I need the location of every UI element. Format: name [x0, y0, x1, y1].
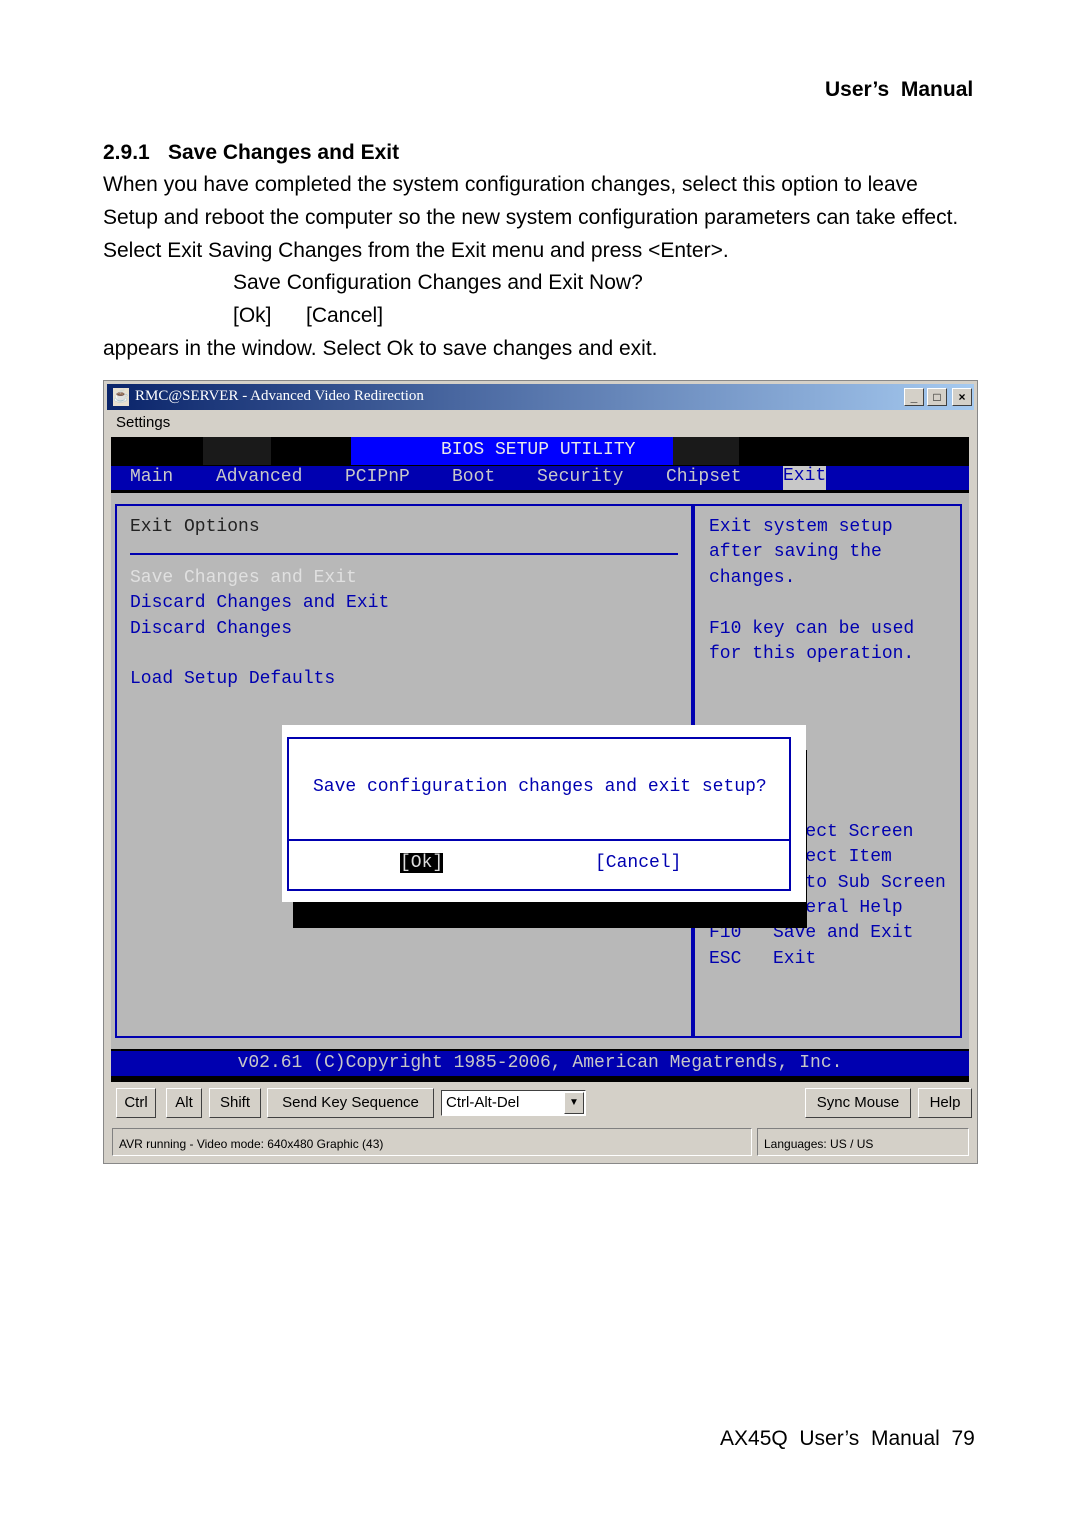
minimize-button[interactable]: _ — [904, 388, 924, 406]
key-help-desc: Exit — [773, 949, 817, 969]
option-discard-changes[interactable]: Discard Changes — [130, 619, 292, 639]
window-title: RMC@SERVER - Advanced Video Redirection — [135, 388, 424, 404]
section-title: Save Changes and Exit — [168, 141, 400, 164]
option-save-changes-and-exit[interactable]: Save Changes and Exit — [130, 568, 357, 588]
paragraph-line: When you have completed the system confi… — [103, 173, 918, 196]
ctrl-button[interactable]: Ctrl — [116, 1088, 156, 1118]
dialog-message: Save configuration changes and exit setu… — [313, 777, 767, 797]
avr-window: ☕ RMC@SERVER - Advanced Video Redirectio… — [103, 380, 978, 1164]
help-line: F10 key can be used — [709, 619, 915, 639]
dialog-ok-button[interactable]: [Ok] — [400, 853, 444, 873]
tab-advanced[interactable]: Advanced — [216, 467, 302, 487]
help-line: changes. — [709, 568, 796, 588]
manual-page: User’s Manual 2.9.1 Save Changes and Exi… — [0, 0, 1080, 1527]
maximize-button[interactable]: □ — [927, 388, 947, 406]
key-help-key: ESC — [709, 949, 742, 969]
tab-boot[interactable]: Boot — [452, 467, 495, 487]
bios-body: Exit Options Save Changes and Exit Disca… — [111, 493, 969, 1049]
bios-screen[interactable]: BIOS SETUP UTILITY Main Advanced PCIPnP … — [111, 437, 969, 1082]
chevron-down-icon[interactable]: ▼ — [564, 1092, 584, 1114]
status-left: AVR running - Video mode: 640x480 Graphi… — [112, 1128, 752, 1156]
tab-chipset[interactable]: Chipset — [666, 467, 742, 487]
prompt-ok: [Ok] — [233, 304, 272, 327]
prompt-text: Save Configuration Changes and Exit Now? — [233, 271, 643, 294]
help-line: for this operation. — [709, 644, 915, 664]
menu-settings[interactable]: Settings — [116, 414, 170, 431]
confirm-dialog: Save configuration changes and exit setu… — [282, 725, 806, 902]
header-title: User’s Manual — [825, 78, 974, 101]
key-sequence-select[interactable]: Ctrl-Alt-Del ▼ — [441, 1090, 586, 1116]
tab-pcipnp[interactable]: PCIPnP — [345, 467, 410, 487]
bios-title-bar: BIOS SETUP UTILITY — [351, 437, 673, 465]
paragraph-line: Select Exit Saving Changes from the Exit… — [103, 239, 729, 262]
send-key-sequence-button[interactable]: Send Key Sequence — [267, 1088, 434, 1118]
section-number: 2.9.1 — [103, 141, 150, 164]
paragraph-line: Setup and reboot the computer so the new… — [103, 206, 959, 229]
tab-exit[interactable]: Exit — [783, 466, 827, 490]
key-sequence-value: Ctrl-Alt-Del — [446, 1094, 520, 1111]
tab-main[interactable]: Main — [130, 467, 173, 487]
dialog-cancel-button[interactable]: [Cancel] — [595, 853, 681, 873]
alt-button[interactable]: Alt — [166, 1088, 202, 1118]
sync-mouse-button[interactable]: Sync Mouse — [805, 1088, 911, 1118]
close-button[interactable]: × — [952, 388, 972, 406]
prompt-cancel: [Cancel] — [306, 304, 384, 327]
bios-copyright: v02.61 (C)Copyright 1985-2006, American … — [111, 1051, 969, 1076]
help-line: Exit system setup — [709, 517, 893, 537]
section-heading: Exit Options — [130, 517, 260, 537]
option-discard-changes-and-exit[interactable]: Discard Changes and Exit — [130, 593, 389, 613]
shift-button[interactable]: Shift — [209, 1088, 261, 1118]
bios-tabs: Main Advanced PCIPnP Boot Security Chips… — [111, 466, 969, 490]
help-line: after saving the — [709, 542, 882, 562]
title-bar[interactable]: ☕ RMC@SERVER - Advanced Video Redirectio… — [107, 384, 974, 410]
bios-title: BIOS SETUP UTILITY — [441, 440, 636, 460]
help-button[interactable]: Help — [918, 1088, 972, 1118]
status-right: Languages: US / US — [757, 1128, 969, 1156]
option-load-setup-defaults[interactable]: Load Setup Defaults — [130, 669, 335, 689]
java-app-icon: ☕ — [113, 388, 129, 406]
paragraph-after: appears in the window. Select Ok to save… — [103, 337, 658, 360]
page-footer: AX45Q User’s Manual 79 — [720, 1427, 975, 1450]
tab-security[interactable]: Security — [537, 467, 623, 487]
